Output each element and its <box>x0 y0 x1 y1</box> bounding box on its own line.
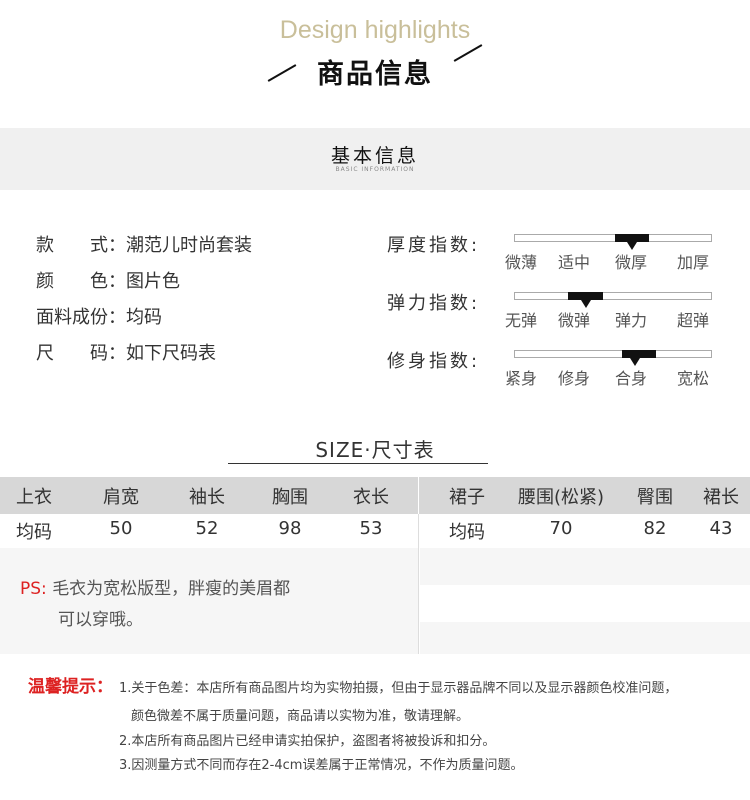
table-cell: 43 <box>709 518 733 539</box>
size-table-header: 上衣 肩宽 袖长 胸围 衣长 裙子 腰围(松紧) 臀围 裙长 <box>0 477 750 514</box>
fit-index-fill <box>622 350 656 358</box>
info-value: 潮范儿时尚套装 <box>126 235 252 256</box>
info-label: 款 式： <box>36 235 126 256</box>
ps-text: 毛衣为宽松版型，胖瘦的美眉都 <box>52 579 291 599</box>
table-header-cell: 臀围 <box>637 487 673 508</box>
ps-note-box <box>0 548 418 654</box>
fit-index-bar: 紧身 修身 合身 宽松 <box>505 350 712 388</box>
level-label: 微厚 <box>615 253 648 272</box>
tip-line: 1.关于色差：本店所有商品图片均为实物拍摄，但由于显示器品牌不同以及显示器颜色校… <box>119 681 678 696</box>
fit-index-label: 修身指数: <box>387 351 481 372</box>
level-label: 合身 <box>615 369 648 388</box>
table-header-cell: 袖长 <box>189 487 225 508</box>
level-label: 无弹 <box>505 311 538 330</box>
table-cell: 70 <box>549 518 573 539</box>
empty-row-shade <box>420 622 750 654</box>
tips-heading: 温馨提示： <box>28 677 113 697</box>
table-header-cell: 腰围(松紧) <box>517 487 605 508</box>
ps-prefix: PS: <box>20 579 47 599</box>
info-label: 尺 码： <box>36 343 126 364</box>
elasticity-index-fill <box>568 292 603 300</box>
ps-note-line2: 可以穿哦。 <box>58 610 143 630</box>
level-label: 弹力 <box>615 311 648 330</box>
level-label: 宽松 <box>677 369 710 388</box>
tip-line: 颜色微差不属于质量问题，商品请以实物为准，敬请理解。 <box>131 709 470 724</box>
level-label: 紧身 <box>505 369 538 388</box>
info-label: 面料成份： <box>36 307 126 328</box>
info-row-color: 颜 色：图片色 <box>36 267 180 293</box>
table-cell: 98 <box>278 518 302 539</box>
level-label: 微薄 <box>505 253 538 272</box>
header-divider <box>418 477 419 514</box>
table-header-cell: 上衣 <box>16 487 52 508</box>
level-label: 超弹 <box>677 311 710 330</box>
info-label: 颜 色： <box>36 271 126 292</box>
size-title-underline <box>228 463 488 464</box>
info-value: 图片色 <box>126 271 180 292</box>
table-cell: 50 <box>109 518 133 539</box>
size-table-title: SIZE·尺寸表 <box>315 438 435 462</box>
section-subtitle: BASIC INFORMATION <box>335 166 415 173</box>
design-highlights-label: Design highlights <box>279 16 471 44</box>
page-title: 商品信息 <box>317 59 433 90</box>
table-header-cell: 衣长 <box>353 487 389 508</box>
table-header-cell: 胸围 <box>272 487 308 508</box>
elasticity-index-label: 弹力指数: <box>387 293 481 314</box>
level-label: 修身 <box>558 369 591 388</box>
info-value: 如下尺码表 <box>126 343 216 364</box>
table-cell: 82 <box>643 518 667 539</box>
level-label: 微弹 <box>558 311 591 330</box>
info-row-size: 尺 码：如下尺码表 <box>36 339 216 365</box>
column-divider <box>418 514 419 654</box>
table-header-cell: 肩宽 <box>103 487 139 508</box>
info-row-fabric: 面料成份：均码 <box>36 303 162 329</box>
ps-note-line1: PS: 毛衣为宽松版型，胖瘦的美眉都 <box>20 574 290 599</box>
level-label: 适中 <box>558 253 591 272</box>
thickness-index-fill <box>615 234 649 242</box>
table-header-cell: 裙子 <box>449 487 485 508</box>
table-cell: 均码 <box>16 522 52 543</box>
info-value: 均码 <box>126 307 162 328</box>
tip-line: 3.因测量方式不同而存在2-4cm误差属于正常情况，不作为质量问题。 <box>119 758 524 773</box>
tip-line: 2.本店所有商品图片已经申请实拍保护，盗图者将被投诉和扣分。 <box>119 734 496 749</box>
section-title: 基本信息 <box>330 145 419 167</box>
thickness-index-bar: 微薄 适中 微厚 加厚 <box>505 234 712 272</box>
level-label: 加厚 <box>677 253 710 272</box>
empty-row-shade <box>420 548 750 585</box>
elasticity-index-bar: 无弹 微弹 弹力 超弹 <box>505 292 712 330</box>
info-row-style: 款 式：潮范儿时尚套装 <box>36 231 252 257</box>
table-row: 均码 50 52 98 53 均码 70 82 43 <box>0 514 750 548</box>
table-cell: 52 <box>195 518 219 539</box>
table-cell: 53 <box>359 518 383 539</box>
table-cell: 均码 <box>449 522 485 543</box>
table-header-cell: 裙长 <box>703 487 739 508</box>
thickness-index-label: 厚度指数: <box>387 235 481 256</box>
